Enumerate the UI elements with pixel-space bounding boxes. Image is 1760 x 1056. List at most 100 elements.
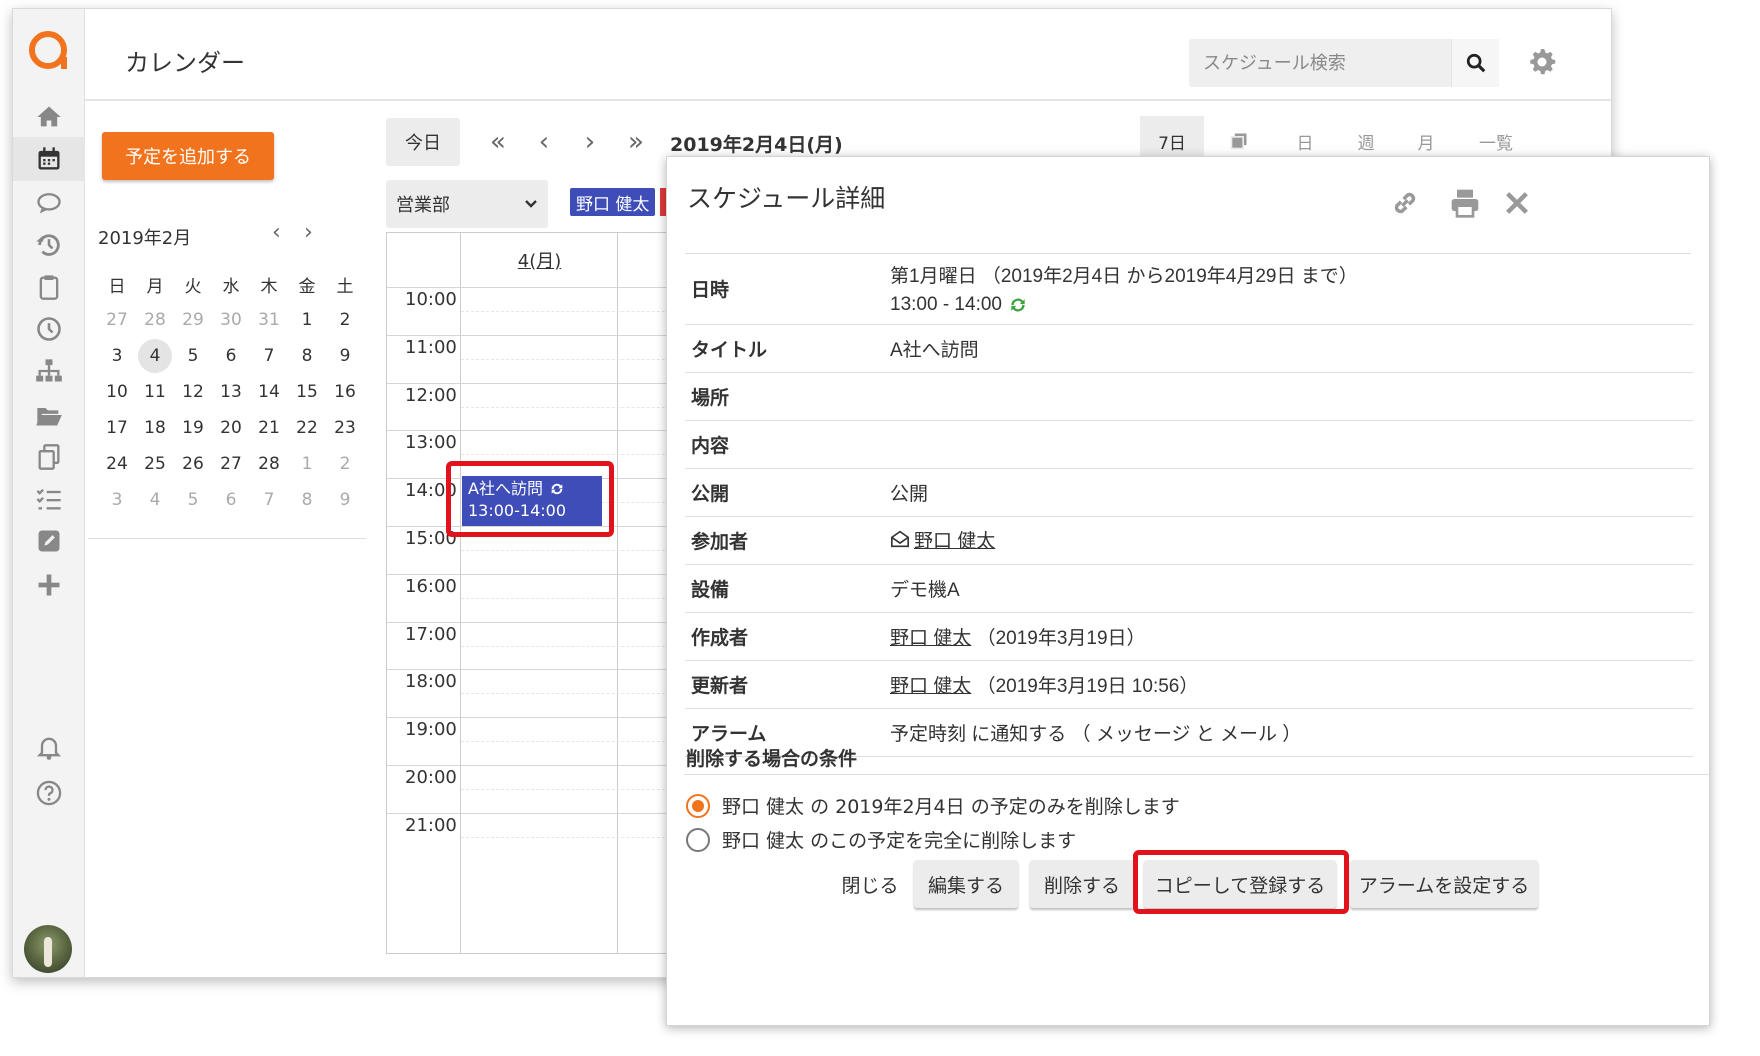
help-icon[interactable] (13, 771, 85, 815)
mini-calendar-day[interactable]: 8 (288, 482, 326, 518)
mini-calendar-day[interactable]: 6 (212, 338, 250, 374)
mini-calendar-day[interactable]: 9 (326, 338, 364, 374)
org-chart-icon[interactable] (13, 349, 85, 393)
search-input[interactable] (1189, 39, 1451, 87)
copy-icon[interactable] (13, 435, 85, 479)
next-button[interactable]: › (572, 118, 608, 166)
hour-label: 10:00 (405, 289, 457, 310)
mini-calendar-day[interactable]: 8 (288, 338, 326, 374)
folder-icon[interactable] (13, 393, 85, 437)
mini-calendar-day[interactable]: 24 (98, 446, 136, 482)
row-value: 公開 (890, 468, 1693, 517)
copy-button-highlight (1133, 850, 1349, 914)
bell-icon[interactable] (13, 725, 85, 769)
mini-calendar-day[interactable]: 4 (136, 482, 174, 518)
mini-calendar-day[interactable]: 12 (174, 374, 212, 410)
mini-calendar-day[interactable]: 18 (136, 410, 174, 446)
hour-label: 16:00 (405, 575, 457, 597)
row-value: 野口 健太 (890, 516, 1693, 565)
radio-button-checked[interactable] (686, 793, 710, 818)
link-icon[interactable] (1389, 187, 1421, 219)
radio-button[interactable] (686, 827, 710, 852)
mini-calendar-day[interactable]: 6 (212, 482, 250, 518)
updater-link[interactable]: 野口 健太 (890, 676, 971, 697)
edit-button[interactable]: 編集する (914, 860, 1018, 908)
table-row: 日時 第1月曜日 （2019年2月4日 から2019年4月29日 まで） 13:… (685, 254, 1693, 325)
mini-calendar-day[interactable]: 2 (326, 446, 364, 482)
radio-delete-all[interactable]: 野口 健太 のこの予定を完全に削除します (686, 826, 1076, 853)
mini-calendar-day[interactable]: 3 (98, 482, 136, 518)
hour-label: 13:00 (405, 432, 457, 454)
table-row: 場所 (685, 372, 1693, 421)
mini-calendar-day[interactable]: 21 (250, 410, 288, 446)
plus-icon[interactable] (13, 563, 85, 607)
history-icon[interactable] (13, 223, 85, 267)
user-avatar[interactable] (24, 925, 72, 973)
member-chip[interactable]: 野口 健太 (570, 188, 656, 216)
prev-button[interactable]: ‹ (526, 118, 562, 166)
mini-calendar-next[interactable]: › (304, 220, 313, 245)
clipboard-icon[interactable] (13, 265, 85, 309)
creator-link[interactable]: 野口 健太 (890, 628, 971, 649)
mini-calendar-day[interactable]: 9 (326, 482, 364, 518)
mini-calendar-prev[interactable]: ‹ (272, 220, 281, 245)
mini-calendar-day[interactable]: 5 (174, 338, 212, 374)
chat-icon[interactable] (13, 181, 85, 225)
mini-calendar-day[interactable]: 29 (174, 302, 212, 338)
mini-calendar-day[interactable]: 7 (250, 338, 288, 374)
mini-calendar-day[interactable]: 7 (250, 482, 288, 518)
mini-calendar-day[interactable]: 20 (212, 410, 250, 446)
mini-calendar-day[interactable]: 23 (326, 410, 364, 446)
mini-calendar-day[interactable]: 28 (250, 446, 288, 482)
mini-calendar-day[interactable]: 28 (136, 302, 174, 338)
mini-calendar-day[interactable]: 27 (212, 446, 250, 482)
checklist-icon[interactable] (13, 477, 85, 521)
home-icon[interactable] (13, 95, 85, 139)
mini-calendar-day[interactable]: 2 (326, 302, 364, 338)
gear-icon[interactable] (1527, 47, 1557, 77)
mini-calendar-day[interactable]: 17 (98, 410, 136, 446)
mini-calendar-day[interactable]: 1 (288, 302, 326, 338)
mini-calendar-day[interactable]: 26 (174, 446, 212, 482)
first-button[interactable]: « (480, 118, 516, 166)
print-icon[interactable] (1449, 187, 1481, 219)
mini-calendar-day[interactable]: 30 (212, 302, 250, 338)
set-alarm-button[interactable]: アラームを設定する (1350, 860, 1538, 908)
last-button[interactable]: » (618, 118, 654, 166)
mini-calendar-day[interactable]: 10 (98, 374, 136, 410)
participant-link[interactable]: 野口 健太 (914, 526, 995, 553)
mini-calendar-today[interactable]: 4 (136, 338, 174, 374)
mini-calendar-day[interactable]: 13 (212, 374, 250, 410)
add-schedule-button[interactable]: 予定を追加する (102, 132, 274, 180)
today-button[interactable]: 今日 (386, 118, 460, 166)
mini-calendar-day[interactable]: 11 (136, 374, 174, 410)
radio-label: 野口 健太 の 2019年2月4日 の予定のみを削除します (722, 796, 1180, 818)
mini-calendar-day[interactable]: 31 (250, 302, 288, 338)
day-header[interactable]: 4(月) (462, 233, 617, 287)
mini-calendar-day[interactable]: 16 (326, 374, 364, 410)
row-value: 予定時刻 に通知する （ メッセージ と メール ） (890, 708, 1693, 757)
department-select[interactable]: 営業部 (386, 180, 548, 228)
mini-calendar-day[interactable]: 15 (288, 374, 326, 410)
clock-icon[interactable] (13, 307, 85, 351)
table-row: 公開 公開 (685, 468, 1693, 517)
mini-calendar-day[interactable]: 19 (174, 410, 212, 446)
app-logo[interactable] (29, 31, 67, 69)
mini-calendar-day[interactable]: 14 (250, 374, 288, 410)
radio-label: 野口 健太 のこの予定を完全に削除します (722, 830, 1077, 852)
mini-calendar-day[interactable]: 22 (288, 410, 326, 446)
edit-icon[interactable] (13, 519, 85, 563)
radio-delete-single[interactable]: 野口 健太 の 2019年2月4日 の予定のみを削除します (686, 792, 1180, 819)
hour-label: 17:00 (405, 623, 457, 645)
mini-calendar-day[interactable]: 1 (288, 446, 326, 482)
mini-calendar-day[interactable]: 25 (136, 446, 174, 482)
mini-calendar-day[interactable]: 5 (174, 482, 212, 518)
mini-calendar-day[interactable]: 3 (98, 338, 136, 374)
search-button[interactable] (1451, 39, 1499, 87)
close-button[interactable]: 閉じる (826, 860, 914, 908)
mini-calendar-day[interactable]: 27 (98, 302, 136, 338)
calendar-icon[interactable] (13, 137, 85, 181)
delete-button[interactable]: 削除する (1030, 860, 1134, 908)
close-icon[interactable] (1501, 187, 1533, 219)
mini-calendar-dow: 火 (184, 276, 202, 297)
